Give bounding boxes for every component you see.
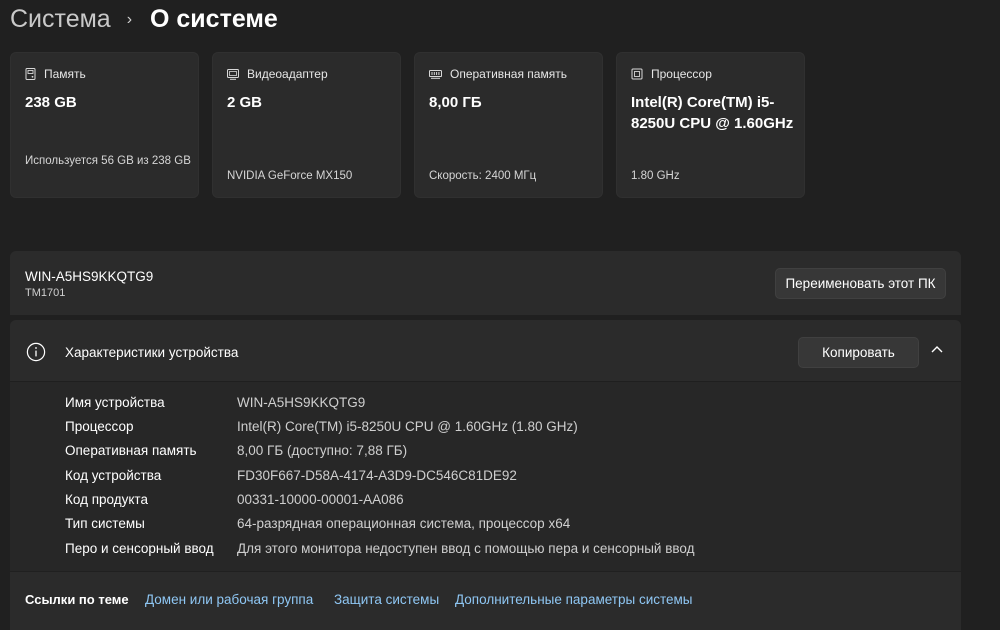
cpu-icon xyxy=(631,68,643,80)
spec-value: WIN-A5HS9KKQTG9 xyxy=(237,395,366,410)
spec-row: Тип системы 64-разрядная операционная си… xyxy=(65,516,865,536)
spec-row: Оперативная память 8,00 ГБ (доступно: 7,… xyxy=(65,443,865,463)
ram-card-value: 8,00 ГБ xyxy=(429,94,482,111)
spec-row: Перо и сенсорный ввод Для этого монитора… xyxy=(65,541,865,561)
spec-row: Процессор Intel(R) Core(TM) i5-8250U CPU… xyxy=(65,419,865,439)
display-adapter-card-value: 2 GB xyxy=(227,94,263,111)
spec-key: Перо и сенсорный ввод xyxy=(65,541,214,556)
related-links-label: Ссылки по теме xyxy=(25,592,129,607)
ram-icon xyxy=(429,69,442,79)
device-specifications-header[interactable]: Характеристики устройства Копировать xyxy=(10,320,961,382)
storage-icon xyxy=(25,68,36,80)
cpu-card-value: Intel(R) Core(TM) i5-8250U CPU @ 1.60GHz xyxy=(631,94,794,132)
breadcrumb: Система › О системе xyxy=(10,2,278,36)
link-advanced-system-settings[interactable]: Дополнительные параметры системы xyxy=(455,592,693,607)
rename-pc-button[interactable]: Переименовать этот ПК xyxy=(775,268,946,299)
cpu-card-sub: 1.80 GHz xyxy=(631,170,680,182)
storage-card: Память 238 GB Используется 56 GB из 238 … xyxy=(10,52,199,198)
link-system-protection[interactable]: Защита системы xyxy=(334,592,439,607)
ram-card-title: Оперативная память xyxy=(450,67,567,81)
spec-value: Для этого монитора недоступен ввод с пом… xyxy=(237,541,695,556)
breadcrumb-parent[interactable]: Система xyxy=(10,5,111,34)
spec-value: 8,00 ГБ (доступно: 7,88 ГБ) xyxy=(237,443,408,458)
device-specifications-title: Характеристики устройства xyxy=(65,345,239,360)
spec-key: Код устройства xyxy=(65,468,162,483)
storage-card-sub: Используется 56 GB из 238 GB xyxy=(25,155,191,167)
spec-key: Оперативная память xyxy=(65,443,197,458)
page-title: О системе xyxy=(150,4,278,33)
spec-value: Intel(R) Core(TM) i5-8250U CPU @ 1.60GHz… xyxy=(237,419,578,434)
pc-name-row: WIN-A5HS9KKQTG9 TM1701 Переименовать это… xyxy=(10,251,961,315)
breadcrumb-separator: › xyxy=(126,11,133,28)
pc-model: TM1701 xyxy=(25,287,66,299)
spec-value: 64-разрядная операционная система, проце… xyxy=(237,516,571,531)
copy-button[interactable]: Копировать xyxy=(798,337,919,368)
ram-card-sub: Скорость: 2400 МГц xyxy=(429,170,537,182)
spec-row: Код продукта 00331-10000-00001-AA086 xyxy=(65,492,865,512)
cpu-card: Процессор Intel(R) Core(TM) i5-8250U CPU… xyxy=(616,52,805,198)
storage-card-title: Память xyxy=(44,67,86,81)
spec-row: Имя устройства WIN-A5HS9KKQTG9 xyxy=(65,395,865,415)
display-adapter-card-sub: NVIDIA GeForce MX150 xyxy=(227,170,353,182)
spec-value: FD30F667-D58A-4174-A3D9-DC546C81DE92 xyxy=(237,468,517,483)
pc-name: WIN-A5HS9KKQTG9 xyxy=(25,269,154,284)
spec-key: Процессор xyxy=(65,419,134,434)
spec-value: 00331-10000-00001-AA086 xyxy=(237,492,404,507)
spec-key: Имя устройства xyxy=(65,395,165,410)
related-links-row: Ссылки по теме Домен или рабочая группа … xyxy=(10,572,961,630)
storage-card-value: 238 GB xyxy=(25,94,77,111)
info-icon xyxy=(26,342,46,362)
display-adapter-card: Видеоадаптер 2 GB NVIDIA GeForce MX150 xyxy=(212,52,401,198)
spec-key: Код продукта xyxy=(65,492,148,507)
display-adapter-icon xyxy=(227,68,239,80)
device-specifications-panel: Характеристики устройства Копировать Имя… xyxy=(10,320,961,571)
cpu-card-title: Процессор xyxy=(651,67,712,81)
chevron-up-icon[interactable] xyxy=(930,344,944,354)
spec-key: Тип системы xyxy=(65,516,145,531)
ram-card: Оперативная память 8,00 ГБ Скорость: 240… xyxy=(414,52,603,198)
display-adapter-card-title: Видеоадаптер xyxy=(247,67,328,81)
link-domain-workgroup[interactable]: Домен или рабочая группа xyxy=(145,592,313,607)
spec-row: Код устройства FD30F667-D58A-4174-A3D9-D… xyxy=(65,468,865,488)
